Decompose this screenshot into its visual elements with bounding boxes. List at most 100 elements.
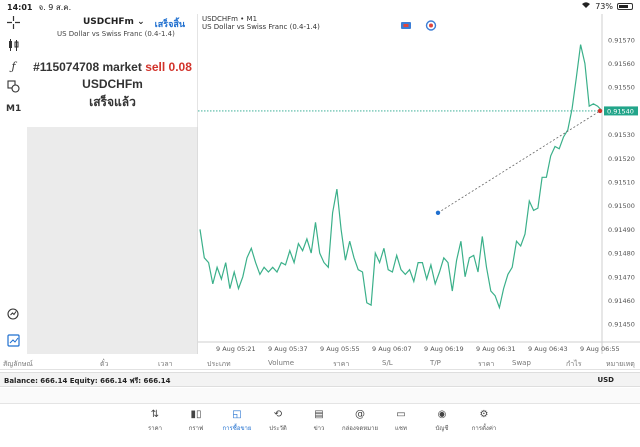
chart-svg[interactable]: 0.91570 0.91560 0.91550 0.91540 0.91530 0.915… [198,14,640,354]
bottom-tab-bar: ⇅ ราคา ▮▯ กราฟ ◱ การซื้อขาย ⟲ ประวัติ ▤ ข่าว @ กล่อ… [0,404,640,447]
tab-label: บัญชี [435,425,449,432]
status-bar: 14:01 จ. 9 ส.ค. 73% [0,0,640,14]
column-header[interactable]: สัญลักษณ์ [3,359,33,370]
left-toolbar: ƒ M1 [0,14,27,354]
time-tick-label: 9 Aug 05:55 [320,345,360,353]
wifi-icon [581,1,591,11]
trade-entry-point [435,210,441,215]
price-tick-label: 0.91520 [608,155,635,163]
price-tick-label: 0.91560 [608,60,635,68]
column-header[interactable]: ตั๋ว [100,359,108,370]
tab-label: กราฟ [188,425,204,432]
column-header[interactable]: ราคา [333,359,349,370]
tab-label: ข่าว [313,425,325,432]
tab-2[interactable]: ◱ การซื้อขาย [217,408,257,433]
order-prefix: #115074708 market [33,60,142,74]
status-date: จ. 9 ส.ค. [38,2,72,12]
tab-1[interactable]: ▮▯ กราฟ [176,408,216,433]
current-price-label: 0.91540 [607,107,634,115]
column-header[interactable]: ประเภท [207,359,231,370]
time-tick-label: 9 Aug 05:37 [268,345,308,353]
panel-empty-area [27,127,198,354]
trade-exit-point [597,108,603,114]
account-icon: ◉ [437,409,447,420]
order-symbol: USDCHFm [82,77,143,91]
column-header[interactable]: เวลา [158,359,173,370]
mailbox-icon: @ [355,409,365,420]
status-time: 14:01 [7,2,33,12]
column-header[interactable]: หมายเหตุ [606,359,635,370]
tab-label: การซื้อขาย [222,425,252,432]
column-header[interactable]: T/P [430,359,441,367]
tab-7[interactable]: ◉ บัญชี [422,408,462,433]
history-icon: ⟲ [273,409,283,420]
trade-connector-line [437,110,601,214]
tab-label: ราคา [148,425,162,432]
time-tick-label: 9 Aug 06:19 [424,345,464,353]
chat-icon: ▭ [396,409,406,420]
timeframe-button[interactable]: M1 [6,102,21,117]
settings-icon: ⚙ [479,409,489,420]
order-panel: USDCHFm ⌄ เสร็จสิ้น US Dollar vs Swiss F… [27,14,198,127]
add-order-icon[interactable] [6,334,21,349]
price-tick-label: 0.91500 [608,202,635,210]
order-line: #115074708 market sell 0.08 [27,60,198,74]
positions-header: สัญลักษณ์ ตั๋ว เวลา ประเภท Volume ราคา S/L T/P ร… [0,356,640,370]
tab-4[interactable]: ▤ ข่าว [299,408,339,433]
balance-bar: Balance: 666.14 Equity: 666.14 ฟรี: 666.… [0,372,640,387]
column-header[interactable]: ราคา [478,359,494,370]
time-tick-label: 9 Aug 06:31 [476,345,516,353]
time-tick-label: 9 Aug 06:07 [372,345,412,353]
done-button[interactable]: เสร็จสิ้น [155,17,185,31]
price-tick-label: 0.91570 [608,36,635,44]
time-tick-label: 9 Aug 06:55 [580,345,620,353]
tab-6[interactable]: ▭ แชท [381,408,421,433]
tab-3[interactable]: ⟲ ประวัติ [258,408,298,433]
one-click-trade-icon[interactable] [401,22,411,29]
panel-description: US Dollar vs Swiss Franc (0.4-1.4) [57,30,175,38]
column-header[interactable]: Swap [512,359,531,367]
tab-label: กล่องจดหมาย [341,425,379,432]
order-type: sell 0.08 [145,60,192,74]
tab-label: แชท [395,425,407,432]
chevron-down-icon: ⌄ [137,17,145,27]
news-icon: ▤ [314,409,324,420]
order-status: เสร็จแล้ว [89,95,136,109]
price-tick-label: 0.91550 [608,84,635,92]
price-tick-label: 0.91450 [608,321,635,329]
trade-chart-icon: ◱ [232,409,242,420]
tab-label: การตั้งค่า [471,425,497,432]
tab-5[interactable]: @ กล่องจดหมาย [340,408,380,433]
status-right: 73% [581,1,633,11]
battery-icon [617,2,633,10]
search-icon[interactable] [6,308,21,323]
updown-arrows-icon: ⇅ [150,409,160,420]
price-series-line [199,44,603,310]
battery-percent: 73% [595,1,613,11]
price-tick-label: 0.91530 [608,131,635,139]
balance-currency: USD [597,376,614,384]
time-tick-label: 9 Aug 05:21 [216,345,256,353]
price-tick-label: 0.91480 [608,250,635,258]
panel-symbol[interactable]: USDCHFm ⌄ [83,17,145,27]
toggle-icon[interactable] [425,20,437,31]
column-header[interactable]: Volume [268,359,294,367]
column-header[interactable]: กำไร [566,359,581,370]
function-icon[interactable]: ƒ [6,59,21,74]
candles-icon[interactable] [6,38,21,53]
tab-0[interactable]: ⇅ ราคา [135,408,175,433]
price-tick-label: 0.91510 [608,179,635,187]
balance-text: Balance: 666.14 Equity: 666.14 ฟรี: 666.… [4,377,171,385]
price-tick-label: 0.91490 [608,226,635,234]
price-tick-label: 0.91460 [608,297,635,305]
column-header[interactable]: S/L [382,359,393,367]
time-tick-label: 9 Aug 06:43 [528,345,568,353]
price-tick-label: 0.91470 [608,273,635,281]
positions-list [0,388,640,404]
candles-icon: ▮▯ [190,409,202,420]
price-chart[interactable]: USDCHFm • M1 US Dollar vs Swiss Franc (0… [198,14,640,354]
shapes-icon[interactable] [6,80,21,95]
tab-label: ประวัติ [269,425,287,432]
tab-8[interactable]: ⚙ การตั้งค่า [464,408,504,433]
crosshair-icon[interactable] [6,16,21,31]
